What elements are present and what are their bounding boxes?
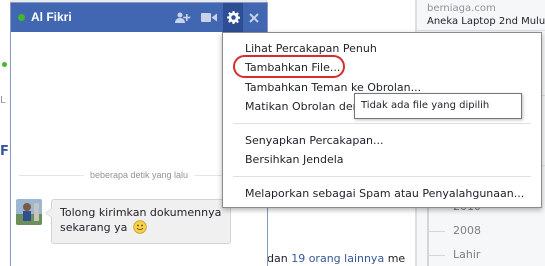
- online-indicator: [2, 62, 7, 67]
- add-friend-icon[interactable]: [173, 3, 193, 32]
- timeline-year[interactable]: 2008: [427, 219, 537, 243]
- friends-link[interactable]: 19 orang lainnya: [291, 252, 384, 265]
- chat-contact-name[interactable]: Al Fikri: [31, 10, 72, 24]
- timeline-year[interactable]: Lahir: [427, 243, 537, 266]
- gear-icon[interactable]: [223, 3, 243, 32]
- smiley-emoji-icon: [133, 220, 147, 238]
- message-bubble: Tolong kirimkan dokumennya sekarang ya: [45, 199, 231, 244]
- friends-line: dan 19 orang lainnya me: [267, 252, 417, 265]
- friends-suffix: me: [387, 252, 406, 265]
- message-line-1: Tolong kirimkan dokumennya: [60, 206, 222, 219]
- ad-site[interactable]: berniaga.com: [427, 3, 496, 14]
- file-input-tooltip: Tidak ada file yang dipilih: [354, 93, 522, 119]
- ad-title[interactable]: Aneka Laptop 2nd Mulus: [427, 16, 545, 27]
- video-call-icon[interactable]: [199, 3, 219, 32]
- message-line-2-text: sekarang ya: [60, 221, 128, 234]
- menu-item-report-spam[interactable]: Melaporkan sebagai Spam atau Penyalahgun…: [223, 184, 541, 204]
- divider: [417, 30, 545, 31]
- online-status-icon: [18, 14, 25, 21]
- menu-divider: [233, 176, 531, 177]
- highlight-ring: [233, 55, 345, 78]
- chat-header[interactable]: Al Fikri: [11, 3, 267, 32]
- message-line-2: sekarang ya: [60, 220, 222, 238]
- close-icon[interactable]: [244, 3, 264, 32]
- menu-divider: [233, 123, 531, 124]
- left-fragment-l: L: [0, 95, 6, 106]
- background-left-strip: L Fi: [0, 0, 13, 266]
- menu-item-mute-conversation[interactable]: Senyapkan Percakapan...: [223, 131, 541, 151]
- avatar[interactable]: [16, 199, 42, 225]
- friends-prefix: dan: [267, 252, 288, 265]
- menu-item-clear-window[interactable]: Bersihkan Jendela: [223, 150, 541, 170]
- message-timestamp: beberapa detik yang lalu: [83, 170, 195, 180]
